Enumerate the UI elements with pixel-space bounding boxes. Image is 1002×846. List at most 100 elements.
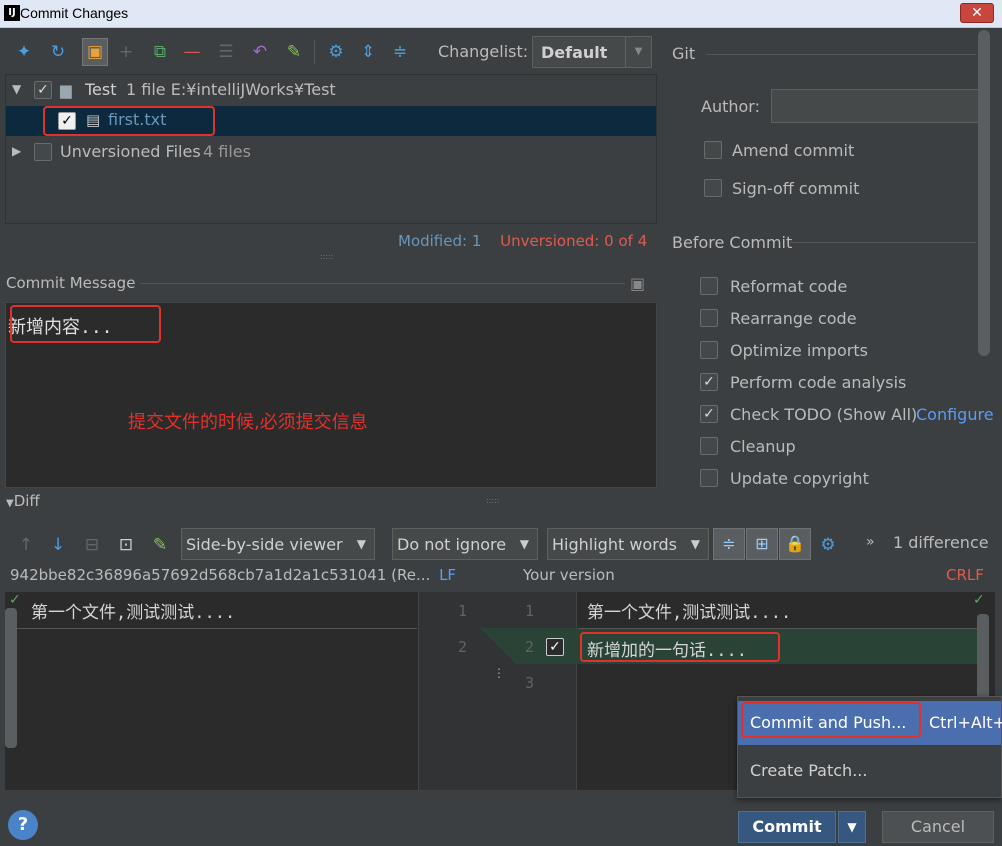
viewer-value: Side-by-side viewer [186, 535, 343, 554]
tree-row-unversioned[interactable]: ▶ Unversioned Files 4 files [6, 137, 656, 167]
cleanup-checkbox[interactable] [700, 437, 718, 455]
help-button[interactable]: ? [8, 810, 38, 840]
changes-tree[interactable]: ▼ ✓ ▆ Test 1 file E:¥intelliJWorks¥Test … [5, 74, 657, 224]
author-input[interactable] [771, 89, 983, 123]
expand-all-icon[interactable]: ⇕ [358, 42, 378, 62]
expand-arrow-icon[interactable]: ▼ [12, 82, 21, 96]
todo-checkbox[interactable]: ✓ [700, 405, 718, 423]
right-revision: Your version [523, 566, 615, 584]
option-label: Check TODO (Show All) [730, 405, 918, 424]
collapse-all-icon[interactable]: ≑ [390, 42, 410, 62]
next-difference-icon[interactable]: ↓ [48, 535, 68, 555]
left-eol: LF [439, 566, 457, 584]
list-icon[interactable]: ☰ [216, 42, 236, 62]
drag-handle-icon[interactable]: ⋮ [493, 666, 505, 680]
splitter-handle[interactable]: ::::: [320, 252, 333, 261]
copyright-checkbox[interactable] [700, 469, 718, 487]
reformat-checkbox[interactable] [700, 277, 718, 295]
changelist-dropdown[interactable]: Default ▼ [532, 36, 652, 68]
before-commit-label: Before Commit [672, 233, 793, 252]
add-icon[interactable]: + [116, 42, 136, 62]
intellij-app-icon: IJ [4, 5, 20, 21]
unversioned-checkbox[interactable] [34, 143, 52, 161]
highlight-box [43, 106, 215, 136]
annotation-text: 提交文件的时候,必须提交信息 [128, 412, 368, 433]
highlight-dropdown[interactable]: Highlight words ▼ [547, 528, 709, 560]
configure-link[interactable]: Configure [916, 405, 994, 424]
amend-label: Amend commit [732, 141, 855, 160]
revert-icon[interactable]: ↶ [250, 42, 270, 62]
commit-dropdown-button[interactable]: ▼ [838, 811, 866, 843]
right-line-1: 第一个文件,测试测试.... [587, 603, 792, 623]
signoff-checkbox[interactable] [704, 179, 722, 197]
root-checkbox[interactable]: ✓ [34, 81, 52, 99]
edit-source-icon[interactable]: ✎ [284, 42, 304, 62]
unversioned-meta: 4 files [203, 142, 251, 161]
highlight-box [580, 632, 780, 662]
amend-checkbox[interactable] [704, 141, 722, 159]
divider [790, 242, 976, 243]
sync-scroll-icon[interactable]: ⊞ [746, 528, 778, 560]
tree-row-root[interactable]: ▼ ✓ ▆ Test 1 file E:¥intelliJWorks¥Test [6, 75, 656, 105]
lock-icon[interactable]: 🔒 [779, 528, 811, 560]
move-changelist-icon[interactable]: ⧉ [150, 42, 170, 62]
message-history-icon[interactable]: ▣ [630, 274, 645, 293]
git-section-label: Git [672, 44, 696, 63]
previous-difference-icon[interactable]: ↑ [16, 535, 36, 555]
option-label: Update copyright [730, 469, 869, 488]
highlight-value: Highlight words [552, 535, 677, 554]
remove-icon[interactable]: — [182, 42, 202, 62]
change-status: Modified: 1 Unversioned: 0 of 4 [398, 232, 647, 250]
option-label: Rearrange code [730, 309, 857, 328]
unversioned-name: Unversioned Files [60, 142, 201, 161]
splitter-handle[interactable]: ::::: [486, 496, 499, 505]
collapse-arrow-icon: ▼ [6, 498, 14, 509]
right-line-number: 2 [525, 638, 535, 656]
compare-previous-file-icon[interactable]: ⊟ [82, 535, 102, 555]
menu-item-label: Create Patch... [750, 761, 868, 780]
difference-count: 1 difference [893, 533, 989, 552]
scrollbar[interactable] [5, 608, 17, 748]
chevron-down-icon: ▼ [356, 537, 366, 551]
highlight-box [741, 702, 921, 738]
more-icon[interactable]: » [866, 534, 875, 550]
modified-count: Modified: 1 [398, 232, 482, 250]
settings-gear-icon[interactable]: ⚙ [818, 535, 838, 555]
unversioned-count: Unversioned: 0 of 4 [500, 232, 648, 250]
cancel-button[interactable]: Cancel [882, 811, 994, 843]
commit-message-label: Commit Message [6, 274, 136, 292]
viewer-dropdown[interactable]: Side-by-side viewer ▼ [181, 528, 375, 560]
check-icon: ✓ [973, 592, 985, 608]
divider [140, 283, 625, 284]
apply-change-checkbox[interactable]: ✓ [546, 638, 564, 656]
close-button[interactable]: ✕ [960, 3, 994, 23]
chevron-down-icon: ▼ [625, 37, 651, 67]
analysis-checkbox[interactable]: ✓ [700, 373, 718, 391]
ignore-dropdown[interactable]: Do not ignore ▼ [392, 528, 538, 560]
signoff-label: Sign-off commit [732, 179, 860, 198]
check-icon: ✓ [9, 592, 21, 608]
show-diff-icon[interactable]: ✦ [14, 42, 34, 62]
scrollbar[interactable] [978, 30, 990, 356]
collapse-unchanged-icon[interactable]: ≑ [713, 528, 745, 560]
folder-icon: ▆ [60, 81, 72, 99]
expand-arrow-icon[interactable]: ▶ [12, 144, 21, 158]
diff-label[interactable]: ▼Diff [6, 492, 40, 510]
menu-item-create-patch[interactable]: Create Patch... [738, 749, 1001, 793]
refresh-icon[interactable]: ↻ [48, 42, 68, 62]
edit-source-icon[interactable]: ✎ [150, 535, 170, 555]
left-line-number: 2 [458, 638, 468, 656]
right-line-number: 1 [525, 602, 535, 620]
commit-button[interactable]: Commit [738, 811, 836, 843]
option-label: Perform code analysis [730, 373, 907, 392]
settings-gear-icon[interactable]: ⚙ [326, 42, 346, 62]
rearrange-checkbox[interactable] [700, 309, 718, 327]
optimize-checkbox[interactable] [700, 341, 718, 359]
group-by-icon[interactable]: ▣ [82, 38, 108, 66]
diff-header: 942bbe82c36896a57692d568cb7a1d2a1c531041… [10, 566, 456, 584]
compare-next-file-icon[interactable]: ⊡ [116, 535, 136, 555]
option-label: Reformat code [730, 277, 848, 296]
line-separator [5, 628, 417, 629]
ignore-value: Do not ignore [397, 535, 507, 554]
right-eol: CRLF [946, 566, 984, 584]
